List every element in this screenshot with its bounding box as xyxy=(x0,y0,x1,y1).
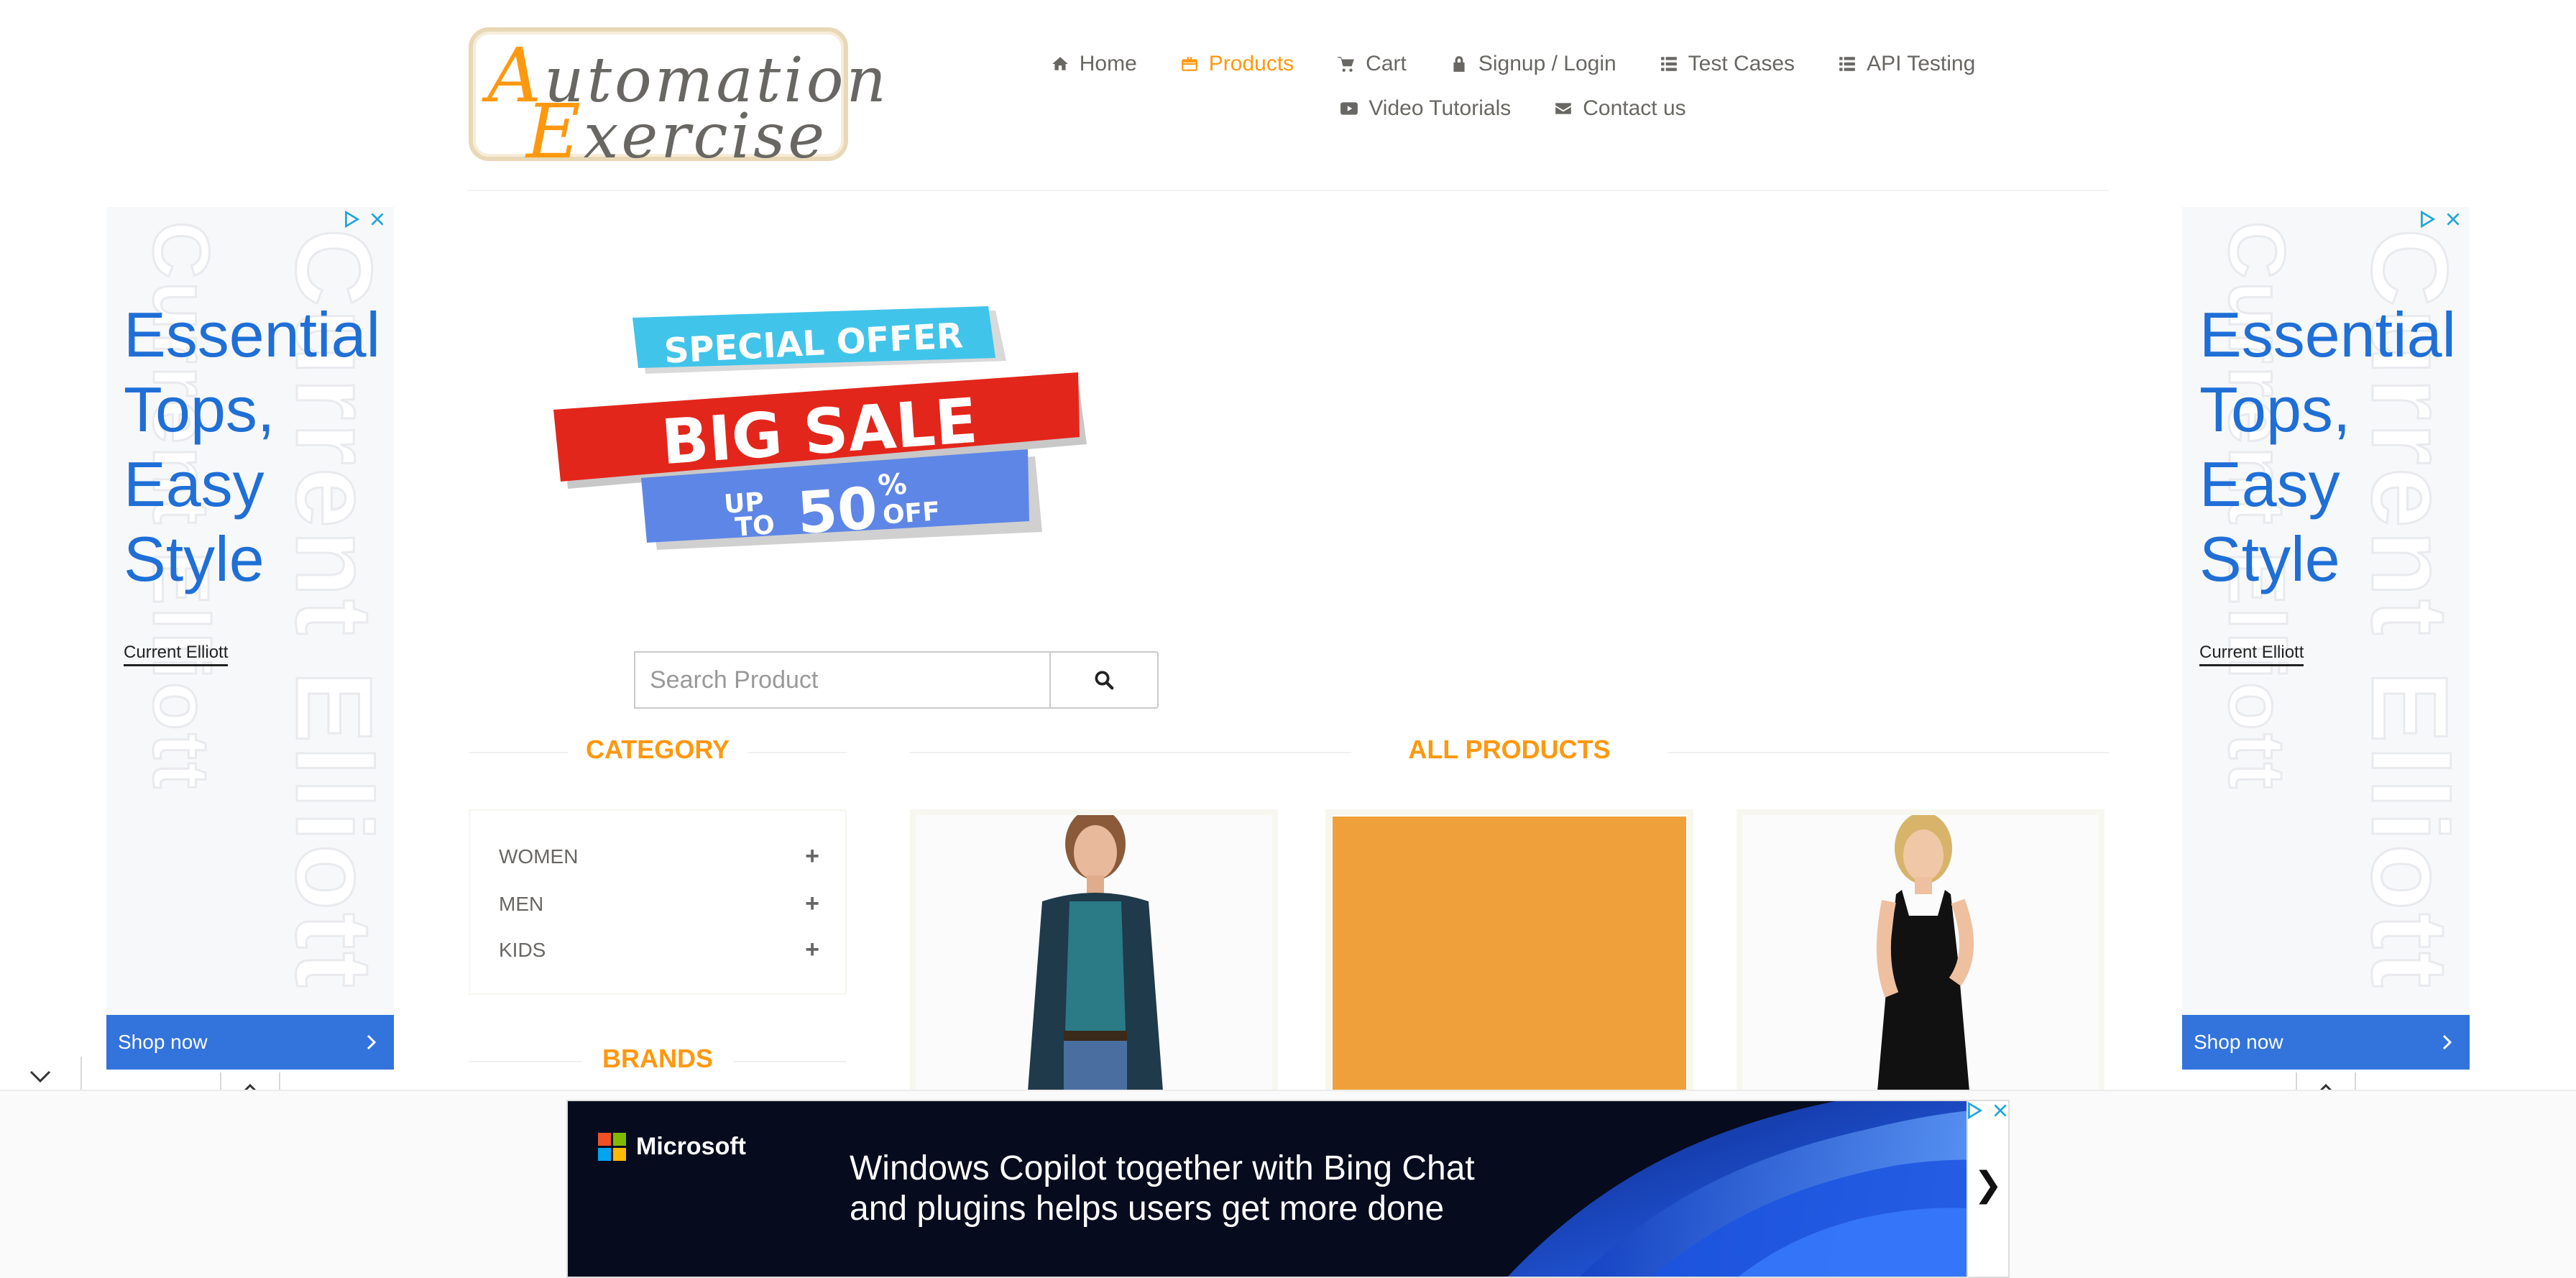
adchoices-icon[interactable] xyxy=(1965,1101,1984,1120)
side-ad-left[interactable]: Current Elliott Current Elliott Essentia… xyxy=(106,207,394,1070)
list-icon xyxy=(1660,57,1677,71)
search-input[interactable] xyxy=(634,651,1052,709)
banner-off: OFF xyxy=(882,497,941,530)
ad-controls xyxy=(342,210,387,229)
ad-headline[interactable]: Essential Tops, Easy Style xyxy=(124,298,390,597)
envelope-icon xyxy=(1555,103,1572,114)
category-panel: WOMEN + MEN + KIDS + xyxy=(469,809,847,995)
product-card[interactable] xyxy=(1736,809,2104,1097)
nav-api-testing[interactable]: API Testing xyxy=(1838,52,1975,76)
microsoft-logo: Microsoft xyxy=(598,1133,746,1161)
chevron-down-icon xyxy=(29,1070,51,1083)
product-card[interactable] xyxy=(910,809,1278,1097)
ad-controls xyxy=(2418,210,2462,229)
product-image-placeholder[interactable] xyxy=(1333,817,1686,1091)
bottom-ad[interactable]: Microsoft Windows Copilot together with … xyxy=(566,1100,2010,1278)
nav-home[interactable]: Home xyxy=(1051,52,1137,76)
category-kids[interactable]: KIDS + xyxy=(499,936,819,964)
briefcase-icon xyxy=(1181,57,1197,71)
youtube-icon xyxy=(1340,102,1358,115)
nav-test-cases[interactable]: Test Cases xyxy=(1660,52,1795,76)
site-logo[interactable]: Automation Exercise xyxy=(469,27,886,175)
nav-products[interactable]: Products xyxy=(1180,52,1294,76)
plus-icon[interactable]: + xyxy=(805,936,819,964)
product-image[interactable] xyxy=(916,815,1272,1091)
sale-banner-image: SPECIAL OFFER BIG SALE UP TO 50 % OFF xyxy=(553,306,1087,550)
ad-brand-link[interactable]: Current Elliott xyxy=(124,643,229,666)
banner-percent-sign: % xyxy=(877,468,908,503)
next-arrow-icon[interactable]: ❯ xyxy=(1974,1164,2002,1205)
chevron-right-icon xyxy=(367,1034,377,1050)
product-image[interactable] xyxy=(1742,815,2099,1091)
ad-brand-link[interactable]: Current Elliott xyxy=(2199,643,2304,666)
plus-icon[interactable]: + xyxy=(805,890,819,918)
home-icon xyxy=(1052,57,1068,70)
banner-to: TO xyxy=(734,510,776,543)
nav-video-tutorials[interactable]: Video Tutorials xyxy=(1340,96,1511,121)
logo-line-2: Exercise xyxy=(526,88,828,175)
product-card[interactable] xyxy=(1325,809,1693,1097)
shop-now-button[interactable]: Shop now xyxy=(106,1015,394,1070)
brands-title: BRANDS xyxy=(582,1044,733,1074)
shop-now-button[interactable]: Shop now xyxy=(2182,1015,2470,1070)
nav-cart[interactable]: Cart xyxy=(1337,52,1407,76)
category-title: CATEGORY xyxy=(568,735,748,765)
nav-contact-us[interactable]: Contact us xyxy=(1554,96,1686,121)
all-products-title: ALL PRODUCTS xyxy=(1351,735,1668,765)
list-icon xyxy=(1839,57,1855,71)
close-icon[interactable] xyxy=(2444,210,2462,229)
banner-percent-value: 50 xyxy=(795,474,880,547)
category-women[interactable]: WOMEN + xyxy=(499,842,819,870)
nav-signup-login[interactable]: Signup / Login xyxy=(1450,52,1616,76)
ad-controls xyxy=(1965,1101,2010,1120)
category-men[interactable]: MEN + xyxy=(499,890,819,918)
bottom-ad-headline[interactable]: Windows Copilot together with Bing Chat … xyxy=(850,1149,1496,1229)
side-ad-right[interactable]: Current Elliott Current Elliott Essentia… xyxy=(2182,207,2470,1070)
search-button[interactable] xyxy=(1049,651,1159,709)
close-icon[interactable] xyxy=(1991,1101,2010,1120)
ad-headline[interactable]: Essential Tops, Easy Style xyxy=(2199,298,2465,597)
adchoices-icon[interactable] xyxy=(342,210,361,229)
microsoft-icon xyxy=(598,1133,626,1161)
adchoices-icon[interactable] xyxy=(2418,210,2437,229)
header-divider xyxy=(467,190,2109,191)
search-icon xyxy=(1095,671,1114,690)
main-nav: Home Products Cart Signup / Login Test C… xyxy=(1049,42,1977,131)
plus-icon[interactable]: + xyxy=(805,842,819,870)
chevron-right-icon xyxy=(2442,1034,2452,1050)
lock-icon xyxy=(1453,56,1465,72)
cart-icon xyxy=(1338,57,1354,72)
close-icon[interactable] xyxy=(368,210,387,229)
